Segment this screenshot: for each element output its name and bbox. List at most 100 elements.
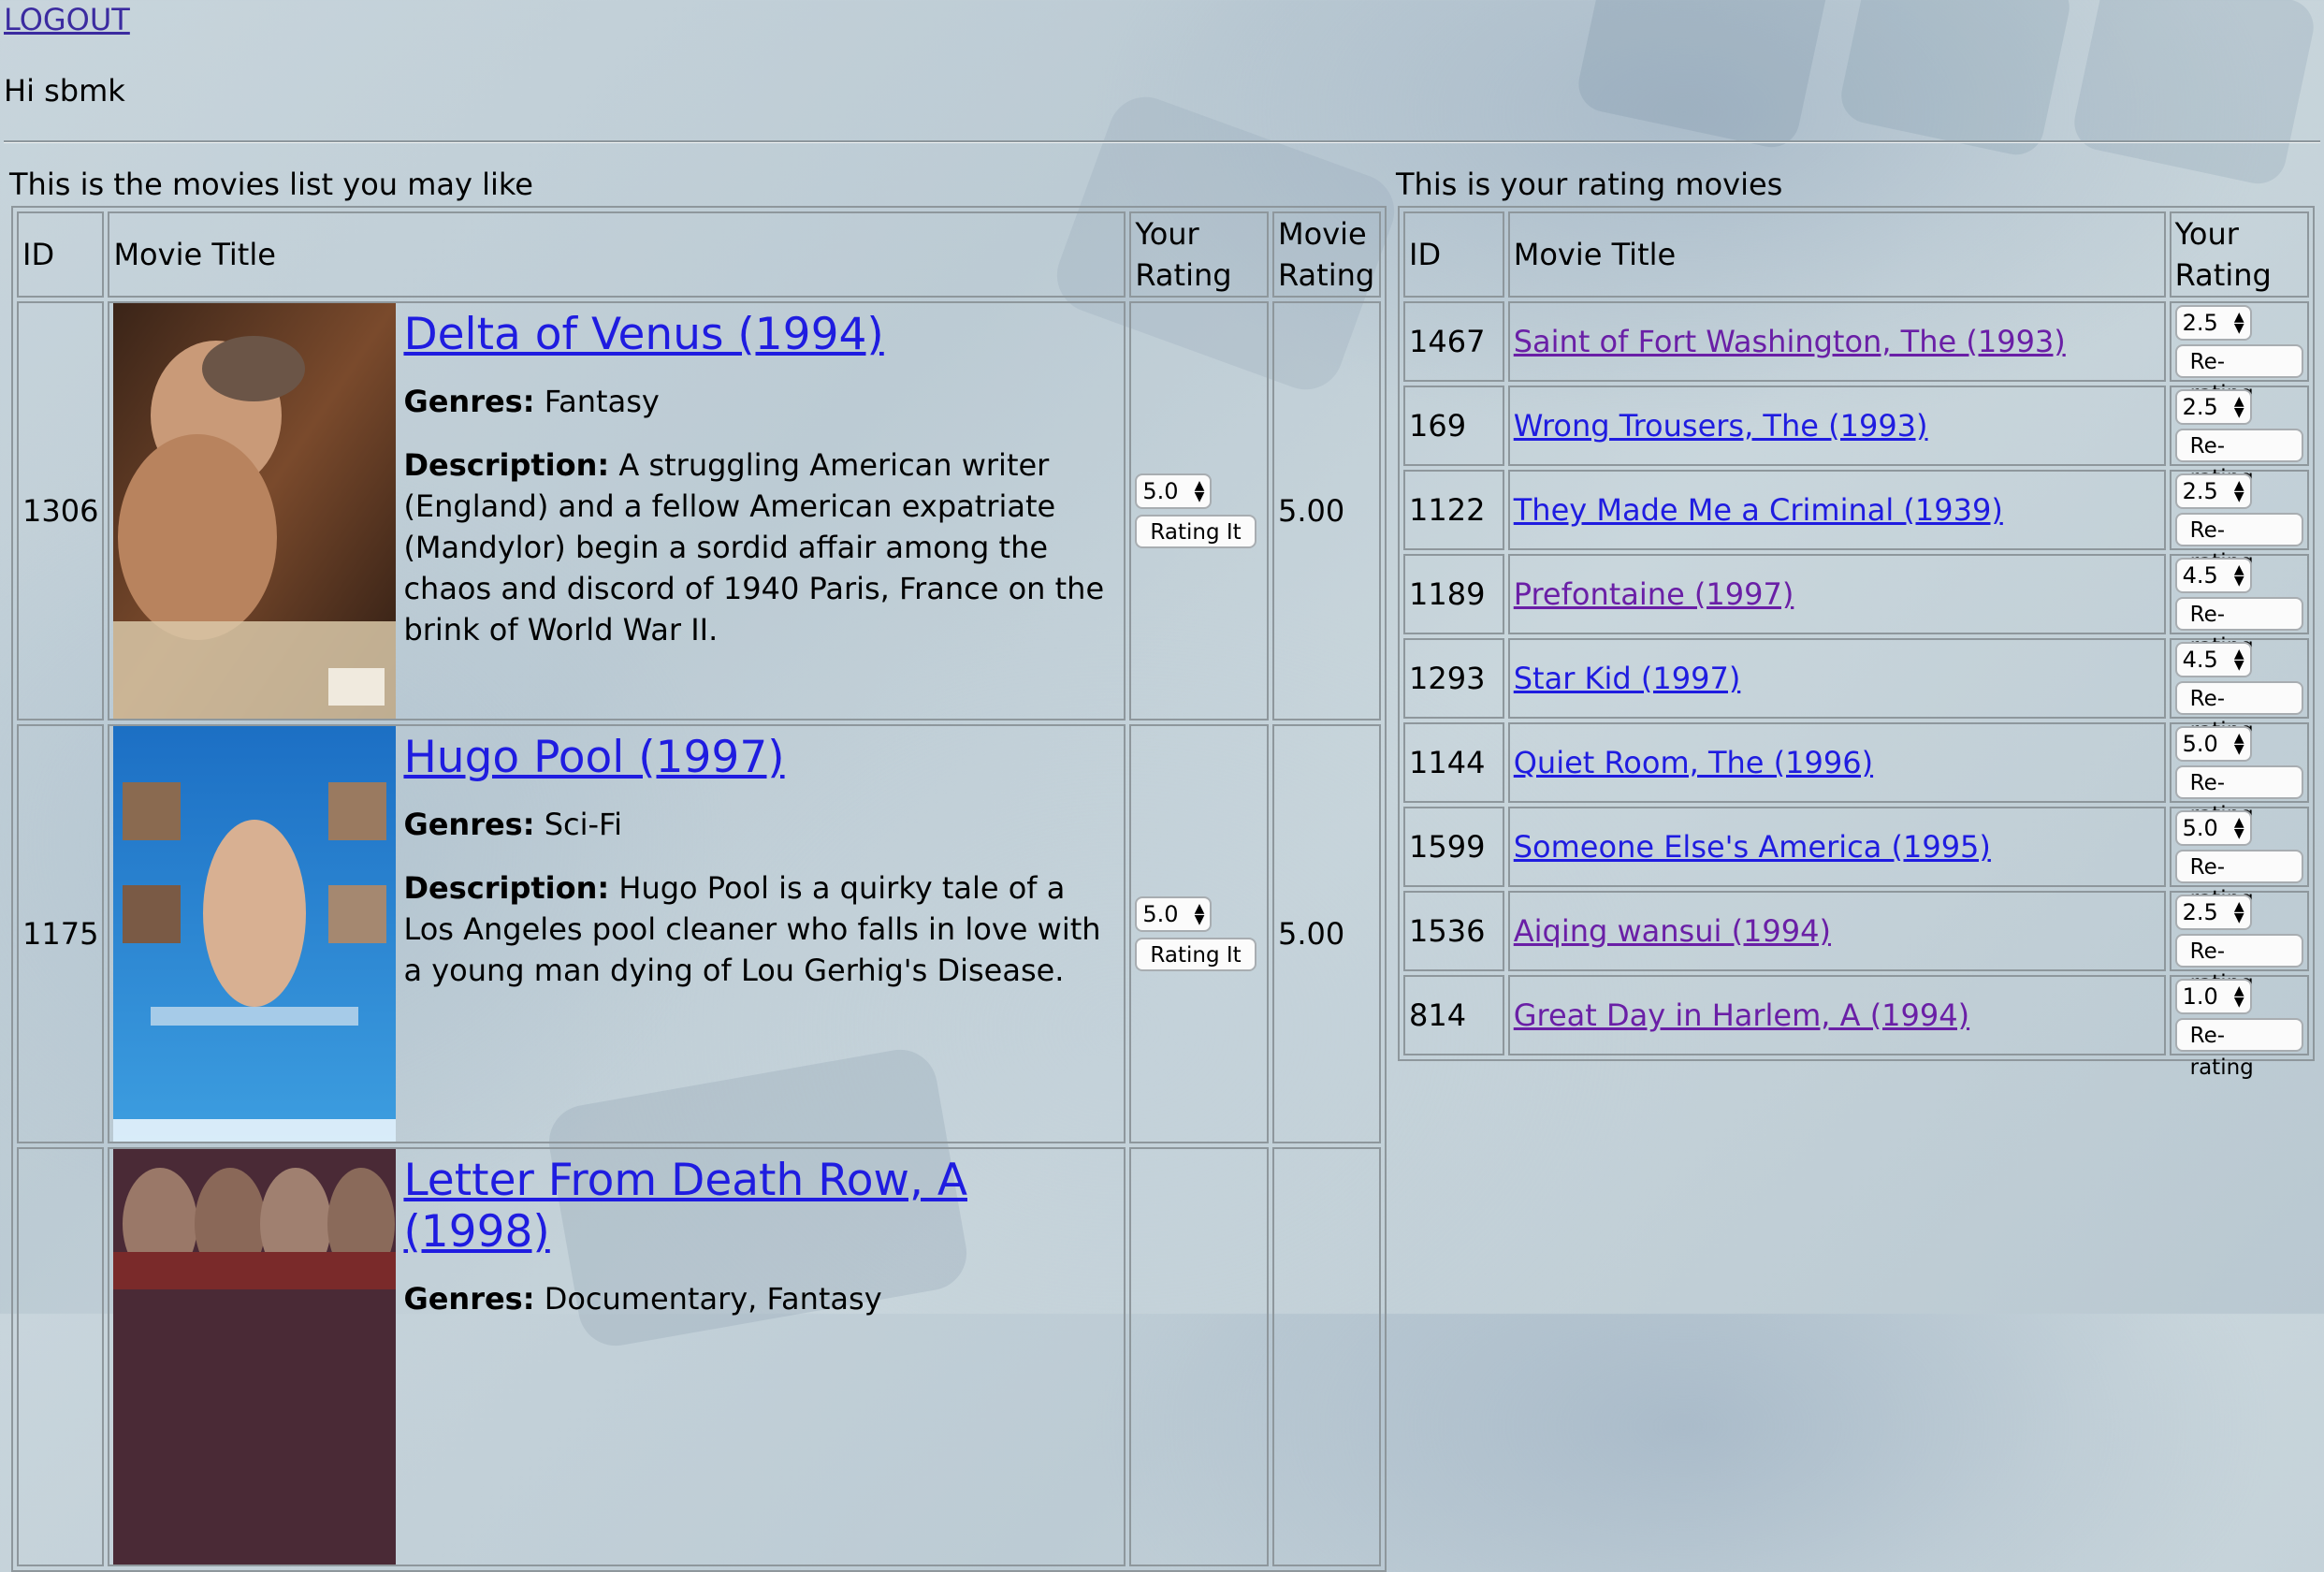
rated-movie-title-link[interactable]: Saint of Fort Washington, The (1993) xyxy=(1514,324,2066,359)
rated-movie-title-cell: Prefontaine (1997) xyxy=(1507,554,2166,634)
re-rating-button[interactable]: Re-rating xyxy=(2174,681,2303,743)
select-arrows-icon: ▲ ▼ xyxy=(2233,815,2244,841)
movie-poster-image[interactable] xyxy=(113,303,397,719)
table-row: 1599 Someone Else's America (1995) 5.0 ▲ ▼ Re… xyxy=(1403,807,2309,911)
rated-movie-id: 1467 xyxy=(1403,301,1504,382)
rerating-select[interactable]: 2.5 ▲ ▼ xyxy=(2174,895,2252,930)
your-rating-cell: 5.0 ▲ ▼ Rating It xyxy=(1129,301,1270,720)
rated-rating-cell: 1.0 ▲ ▼ Re-rating xyxy=(2169,975,2309,1080)
rated-rating-cell: 5.0▲▼ Re-rating xyxy=(2169,807,2309,911)
table-row: 1189 Prefontaine (1997) 4.5▲▼ Re-rating xyxy=(1403,554,2309,659)
rerating-select[interactable]: 1.0 ▲ ▼ xyxy=(2174,979,2252,1014)
table-row: 1536 Aiqing wansui (1994) 2.5▲▼ Re-rating xyxy=(1403,891,2309,996)
rated-movie-title-link[interactable]: They Made Me a Criminal (1939) xyxy=(1514,492,2003,528)
movie-title-cell: Letter From Death Row, A (1998) Genres: … xyxy=(108,1147,1126,1566)
logout-link[interactable]: LOGOUT xyxy=(4,2,130,37)
rerating-select[interactable]: 2.5 ▲ ▼ xyxy=(2174,389,2252,425)
re-rating-button[interactable]: Re-rating xyxy=(2174,597,2303,659)
rated-movie-id: 1293 xyxy=(1403,638,1504,719)
rated-movie-id: 1144 xyxy=(1403,722,1504,803)
rating-it-button[interactable]: Rating It xyxy=(1135,515,1256,548)
re-rating-button[interactable]: Re-rating xyxy=(2174,513,2303,575)
rated-movie-id: 169 xyxy=(1403,386,1504,466)
table-row: 1467 Saint of Fort Washington, The (1993)… xyxy=(1403,301,2309,406)
re-rating-button[interactable]: Re-rating xyxy=(2174,765,2303,827)
re-rating-button[interactable]: Re-rating xyxy=(2174,934,2303,996)
movie-description: Description: Hugo Pool is a quirky tale … xyxy=(403,870,1101,988)
movie-genres: Genres: Sci-Fi xyxy=(403,807,622,842)
rated-rating-cell: 4.5▲▼ Re-rating xyxy=(2169,638,2309,743)
movie-title-link[interactable]: Letter From Death Row, A (1998) xyxy=(403,1155,1120,1258)
rated-movie-title-cell: Someone Else's America (1995) xyxy=(1507,807,2166,887)
movie-poster-image[interactable] xyxy=(113,1149,397,1565)
recommended-caption: This is the movies list you may like xyxy=(9,167,533,202)
select-arrows-icon: ▲ ▼ xyxy=(2233,899,2244,925)
rated-movie-id: 1189 xyxy=(1403,554,1504,634)
select-arrows-icon: ▲ ▼ xyxy=(2233,731,2244,757)
col-movie-title: Movie Title xyxy=(108,211,1126,298)
rating-it-button[interactable]: Rating It xyxy=(1135,938,1256,971)
rated-rating-cell: 2.5▲▼ Re-rating xyxy=(2169,891,2309,996)
col-your-rating: Your Rating xyxy=(2169,211,2309,298)
select-arrows-icon: ▲ ▼ xyxy=(2233,310,2244,336)
select-arrows-icon: ▲ ▼ xyxy=(2233,478,2244,504)
rerating-select[interactable]: 4.5 ▲ ▼ xyxy=(2174,558,2252,593)
table-row: 1175 Hugo Pool (1997) Genres: Sci-Fi Des… xyxy=(17,724,1381,1143)
re-rating-button[interactable]: Re-rating xyxy=(2174,344,2303,406)
your-rating-cell: 5.0 ▲ ▼ Rating It xyxy=(1129,724,1270,1143)
rated-movie-title-cell: Quiet Room, The (1996) xyxy=(1507,722,2166,803)
rated-movie-title-link[interactable]: Someone Else's America (1995) xyxy=(1514,829,1991,865)
rated-rating-cell: 4.5▲▼ Re-rating xyxy=(2169,554,2309,659)
movie-genres: Genres: Fantasy xyxy=(403,384,660,419)
rerating-select[interactable]: 2.5 ▲ ▼ xyxy=(2174,305,2252,341)
greeting-text: Hi sbmk xyxy=(4,73,125,109)
rerating-select[interactable]: 5.0 ▲ ▼ xyxy=(2174,726,2252,762)
rating-select[interactable]: 5.0 ▲ ▼ xyxy=(1135,473,1213,509)
rated-movie-title-cell: They Made Me a Criminal (1939) xyxy=(1507,470,2166,550)
rated-movie-title-cell: Star Kid (1997) xyxy=(1507,638,2166,719)
header-divider xyxy=(4,140,2320,143)
table-row: 1306 Delta of Venus (1994) Genres: Fanta… xyxy=(17,301,1381,720)
rated-rating-cell: 2.5▲▼Re-rating xyxy=(2169,301,2309,406)
rated-movie-title-link[interactable]: Great Day in Harlem, A (1994) xyxy=(1514,997,1969,1033)
col-movie-rating: Movie Rating xyxy=(1272,211,1381,298)
select-arrows-icon: ▲ ▼ xyxy=(2233,647,2244,673)
rated-table: ID Movie Title Your Rating 1467 Saint of … xyxy=(1398,206,2315,1080)
table-row: Letter From Death Row, A (1998) Genres: … xyxy=(17,1147,1381,1566)
re-rating-button[interactable]: Re-rating xyxy=(2174,850,2303,911)
movie-rating-value xyxy=(1272,1147,1381,1566)
rated-movie-title-cell: Aiqing wansui (1994) xyxy=(1507,891,2166,971)
movie-poster-image[interactable] xyxy=(113,726,397,1142)
col-id: ID xyxy=(17,211,105,298)
rerating-select[interactable]: 2.5 ▲ ▼ xyxy=(2174,473,2252,509)
rated-movie-title-cell: Saint of Fort Washington, The (1993) xyxy=(1507,301,2166,382)
rated-movie-title-link[interactable]: Wrong Trousers, The (1993) xyxy=(1514,408,1928,444)
table-row: 1293 Star Kid (1997) 4.5▲▼ Re-rating xyxy=(1403,638,2309,743)
rated-movie-id: 1536 xyxy=(1403,891,1504,971)
rated-rating-cell: 5.0▲▼Re-rating xyxy=(2169,722,2309,827)
table-row: 1144 Quiet Room, The (1996) 5.0▲▼Re-rating xyxy=(1403,722,2309,827)
movie-id: 1175 xyxy=(17,724,105,1143)
movie-genres: Genres: Documentary, Fantasy xyxy=(403,1281,882,1317)
your-rating-cell xyxy=(1129,1147,1270,1566)
rated-rating-cell: 2.5▲▼ Re-rating xyxy=(2169,470,2309,575)
rated-movie-id: 814 xyxy=(1403,975,1504,1055)
movie-title-link[interactable]: Delta of Venus (1994) xyxy=(403,309,1120,360)
rated-movie-title-link[interactable]: Aiqing wansui (1994) xyxy=(1514,913,1831,949)
rerating-select[interactable]: 5.0 ▲ ▼ xyxy=(2174,810,2252,846)
movie-id xyxy=(17,1147,105,1566)
rerating-select[interactable]: 4.5 ▲ ▼ xyxy=(2174,642,2252,677)
rated-movie-title-link[interactable]: Star Kid (1997) xyxy=(1514,661,1741,696)
col-your-rating: Your Rating xyxy=(1129,211,1270,298)
rated-rating-cell: 2.5▲▼ Re-rating xyxy=(2169,386,2309,490)
re-rating-button[interactable]: Re-rating xyxy=(2174,429,2303,490)
rated-movie-title-link[interactable]: Prefontaine (1997) xyxy=(1514,576,1794,612)
select-arrows-icon: ▲ ▼ xyxy=(2233,394,2244,420)
rated-movie-title-link[interactable]: Quiet Room, The (1996) xyxy=(1514,745,1873,780)
table-row: 169 Wrong Trousers, The (1993) 2.5▲▼ Re-rat… xyxy=(1403,386,2309,490)
movie-title-link[interactable]: Hugo Pool (1997) xyxy=(403,732,1120,783)
rating-select[interactable]: 5.0 ▲ ▼ xyxy=(1135,896,1213,932)
movie-rating-value: 5.00 xyxy=(1272,301,1381,720)
re-rating-button[interactable]: Re-rating xyxy=(2174,1018,2303,1080)
select-arrows-icon: ▲ ▼ xyxy=(2233,983,2244,1010)
